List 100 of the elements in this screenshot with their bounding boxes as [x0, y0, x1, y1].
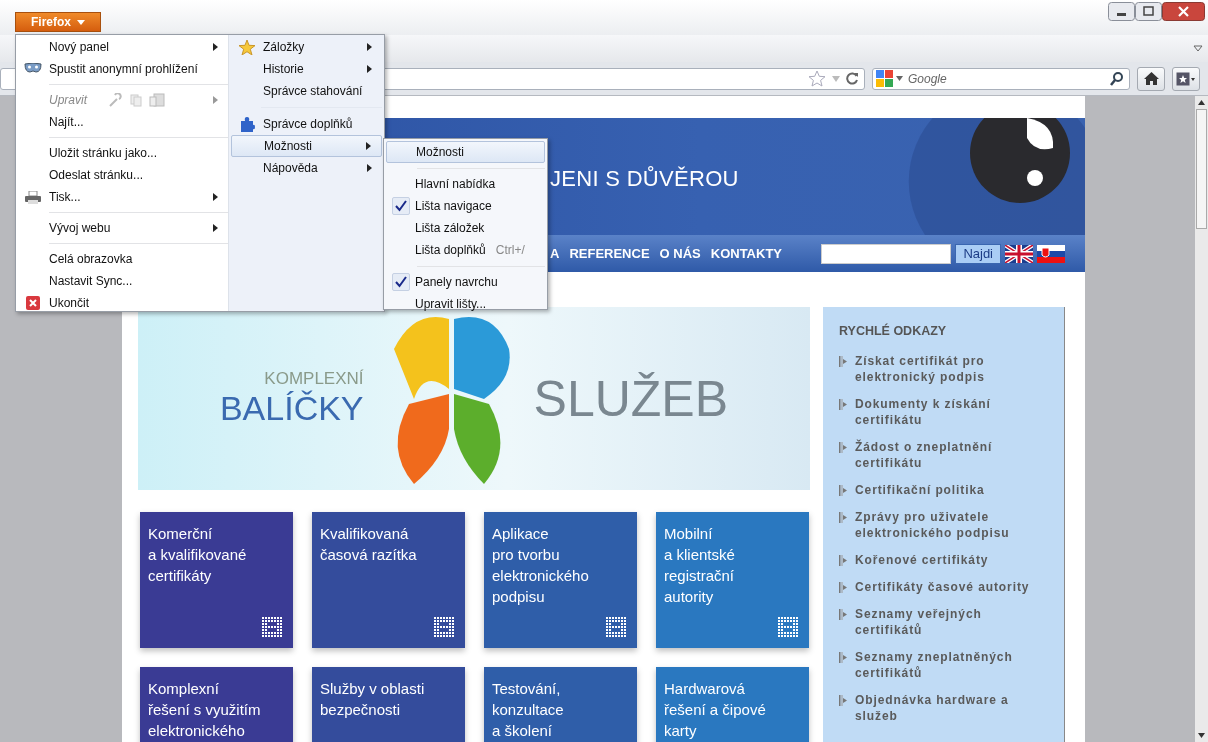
search-bar[interactable]: Google	[872, 67, 1130, 90]
quick-link[interactable]: Žádost o zneplatnění certifikátu	[855, 439, 1037, 471]
menu-item[interactable]: Lišta navigace	[386, 195, 545, 217]
menu-item[interactable]: Nastavit Sync...	[16, 270, 228, 292]
tile-title: Hardwarová řešení a čipové karty	[664, 679, 767, 741]
service-tile[interactable]: Kvalifikovaná časová razítka	[312, 512, 465, 648]
nav-link[interactable]: REFERENCE	[569, 246, 650, 261]
bullet-icon	[839, 609, 847, 620]
scroll-up-icon[interactable]	[1198, 100, 1205, 105]
bullet-icon	[839, 695, 847, 706]
menu-item[interactable]: Hlavní nabídka	[386, 163, 545, 195]
menu-item[interactable]: Odeslat stránku...	[16, 164, 228, 186]
menu-item[interactable]: Panely navrchu	[386, 261, 545, 293]
menu-item[interactable]: Správce doplňků	[231, 102, 382, 135]
star-icon[interactable]	[808, 70, 826, 87]
quick-link[interactable]: Kořenové certifikáty	[855, 552, 989, 568]
dropdown-icon[interactable]	[896, 76, 903, 81]
quick-link[interactable]: Certifikační politika	[855, 482, 985, 498]
service-tile[interactable]: Aplikace pro tvorbu elektronického podpisu	[484, 512, 637, 648]
service-tile[interactable]: Testování, konzultace a školení	[484, 667, 637, 742]
service-tile[interactable]: Komplexní řešení s využitím elektronického	[140, 667, 293, 742]
site-slogan: JENI S DŮVĚROU	[550, 166, 739, 192]
search-icon[interactable]	[1110, 71, 1123, 86]
menu-item[interactable]: Vývoj webu	[16, 208, 228, 239]
reload-icon[interactable]	[846, 72, 859, 85]
quick-link[interactable]: Seznamy veřejných certifikátů	[855, 606, 1037, 638]
mask-icon	[23, 63, 42, 75]
menu-item[interactable]: Spustit anonymní prohlížení	[16, 58, 228, 80]
banner-text: SLUŽEB	[533, 369, 729, 428]
tile-title: Testování, konzultace a školení	[492, 679, 565, 741]
bullet-icon	[839, 582, 847, 593]
bullet-icon	[839, 512, 847, 523]
menu-item[interactable]: Lišta záložek	[386, 217, 545, 239]
menu-item[interactable]: Správce stahování	[231, 80, 382, 102]
tile-title: Komerční a kvalifikované certifikáty	[148, 524, 248, 586]
quick-link[interactable]: Seznamy zneplatněných certifikátů	[855, 649, 1037, 681]
quick-link[interactable]: Objednávka hardware a služeb	[855, 692, 1037, 724]
menu-item[interactable]: Uložit stránku jako...	[16, 133, 228, 164]
menu-item[interactable]: Upravit lišty...	[386, 293, 545, 315]
menu-item[interactable]: Tisk...	[16, 186, 228, 208]
window-controls-drawing[interactable]	[1108, 2, 1205, 22]
tile-title: Mobilní a klientské registrační autority	[664, 524, 736, 607]
service-tile[interactable]: Mobilní a klientské registrační autority	[656, 512, 809, 648]
menu-item[interactable]: Celá obrazovka	[16, 239, 228, 270]
shortcut-text: Ctrl+/	[495, 243, 525, 257]
submenu-arrow-icon	[367, 164, 372, 172]
star-icon	[239, 39, 255, 55]
bookmark-star-icon	[1176, 71, 1196, 86]
bookmarks-button[interactable]	[1172, 66, 1200, 91]
home-icon	[1143, 72, 1159, 85]
scrollbar[interactable]	[1195, 96, 1208, 742]
menu-item[interactable]: Lišta doplňků Ctrl+/	[386, 239, 545, 261]
bullet-icon	[839, 555, 847, 566]
panel-title: RYCHLÉ ODKAZY	[839, 324, 948, 338]
service-tile[interactable]: Komerční a kvalifikované certifikáty	[140, 512, 293, 648]
scrollbar-thumb[interactable]	[1196, 109, 1207, 229]
submenu-arrow-icon	[213, 96, 218, 104]
nav-link[interactable]: O NÁS	[659, 246, 701, 261]
submenu-arrow-icon	[213, 224, 218, 232]
tile-title: Komplexní řešení s využitím elektronického	[148, 679, 262, 741]
nav-link[interactable]: KONTAKTY	[710, 246, 782, 261]
submenu-arrow-icon	[213, 193, 218, 201]
banner-text: KOMPLEXNÍ	[264, 369, 364, 389]
quick-link[interactable]: Zprávy pro uživatele elektronického podpisu	[855, 509, 1037, 541]
caret-icon	[77, 19, 85, 25]
bullet-icon	[839, 356, 847, 367]
menu-item[interactable]: Historie	[231, 58, 382, 80]
menu-item[interactable]: Záložky	[231, 36, 382, 58]
bullet-icon	[839, 442, 847, 453]
menu-item[interactable]: Ukončit	[16, 292, 228, 314]
nav-link[interactable]: A	[550, 246, 560, 261]
quick-link[interactable]: Certifikáty časové autority	[855, 579, 1030, 595]
quick-link[interactable]: Získat certifikát pro elektronický podpis	[855, 353, 1037, 385]
menu-item[interactable]: Možnosti	[386, 141, 545, 163]
submenu-arrow-icon	[367, 65, 372, 73]
puzzle-piece-icon	[239, 116, 255, 132]
menu-item[interactable]: Nový panel	[16, 36, 228, 58]
dotted-arrow-icon	[433, 616, 455, 638]
tile-title: Aplikace pro tvorbu elektronického podpisu	[492, 524, 590, 607]
edit-tools-icon	[109, 93, 167, 107]
dotted-arrow-icon	[777, 616, 799, 638]
slovak-flag-icon[interactable]	[1037, 244, 1065, 263]
site-search-field[interactable]	[821, 243, 952, 264]
dotted-arrow-icon	[605, 616, 627, 638]
uk-flag-icon[interactable]	[1005, 244, 1033, 263]
search-field[interactable]: Google	[906, 70, 1107, 87]
bullet-icon	[839, 652, 847, 663]
google-logo-icon[interactable]	[876, 70, 893, 87]
service-tile[interactable]: Služby v oblasti bezpečnosti	[312, 667, 465, 742]
menu-item[interactable]: Možnosti	[231, 135, 382, 157]
bullet-icon	[839, 399, 847, 410]
tab-list-icon[interactable]	[1193, 45, 1203, 52]
menu-item[interactable]: Najít...	[16, 111, 228, 133]
quick-link[interactable]: Dokumenty k získání certifikátu	[855, 396, 1037, 428]
scroll-down-icon[interactable]	[1198, 733, 1205, 738]
search-button[interactable]: Najdi	[955, 243, 1001, 264]
service-tile[interactable]: Hardwarová řešení a čipové karty	[656, 667, 809, 742]
menu-item[interactable]: Nápověda	[231, 157, 382, 179]
printer-icon	[24, 190, 41, 204]
home-button[interactable]	[1137, 66, 1165, 91]
